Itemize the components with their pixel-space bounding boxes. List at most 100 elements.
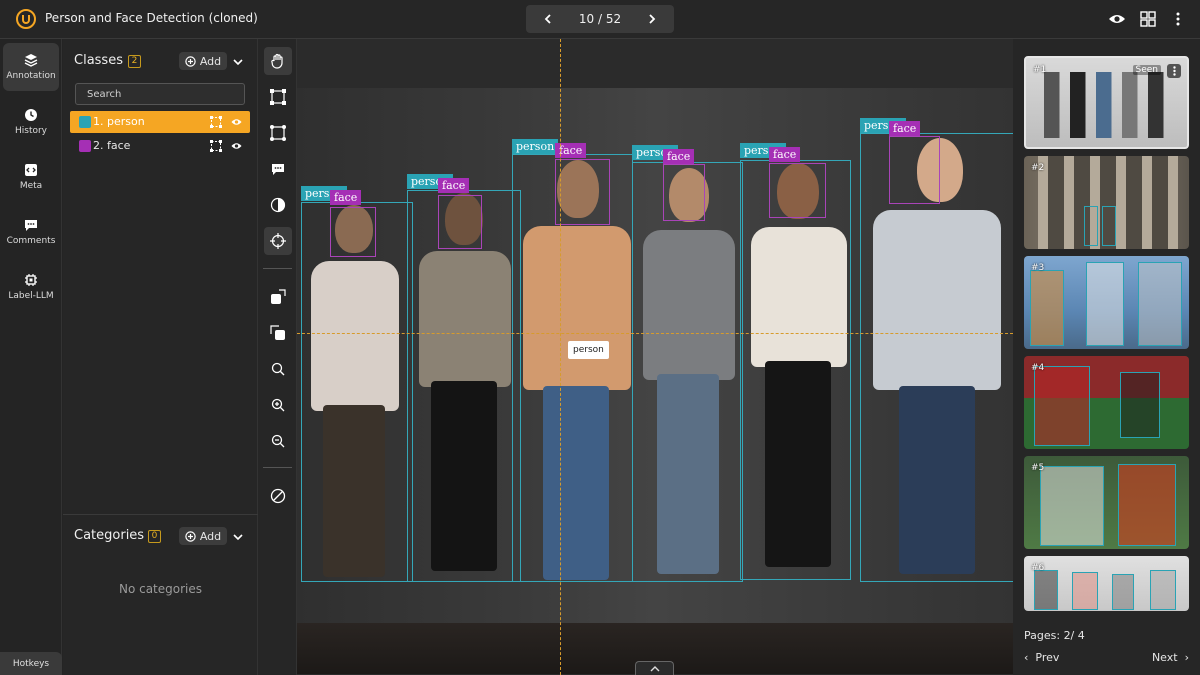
face-label: face: [663, 149, 695, 164]
rail-item-label: Meta: [19, 181, 43, 191]
code-icon: [25, 164, 37, 176]
bounding-box-icon[interactable]: [210, 140, 222, 152]
grid-icon: [1140, 11, 1156, 27]
face-bounding-box[interactable]: [555, 159, 610, 225]
add-class-button[interactable]: Add: [179, 52, 227, 70]
classes-title: Classes: [74, 53, 123, 68]
thumbnail-item[interactable]: #2: [1024, 156, 1189, 249]
thumbnail-box: [1034, 570, 1058, 610]
previous-image-button[interactable]: [534, 5, 562, 33]
thumbnail-box: [1034, 366, 1090, 446]
thumbnail-box: [1086, 262, 1124, 346]
send-backward-icon: [270, 325, 285, 340]
bounding-box-icon[interactable]: [210, 116, 222, 128]
class-item-label: 2. face: [93, 139, 131, 152]
class-search-input[interactable]: [75, 83, 245, 105]
class-item-person[interactable]: 1. person: [70, 111, 250, 133]
add-category-label: Add: [199, 529, 222, 543]
person-bounding-box[interactable]: [301, 202, 413, 582]
thumbnail-box: [1118, 464, 1176, 546]
polygon-icon: [270, 125, 286, 141]
chevron-down-icon[interactable]: [232, 56, 244, 68]
layout-grid-button[interactable]: [1138, 9, 1158, 29]
project-title: Person and Face Detection (cloned): [45, 11, 258, 25]
pan-tool[interactable]: [264, 47, 292, 75]
top-bar: Person and Face Detection (cloned) 10 / …: [0, 0, 1200, 39]
thumbnail-menu-button[interactable]: [1167, 64, 1181, 78]
thumbnail-item[interactable]: #5: [1024, 456, 1189, 549]
send-backward-tool[interactable]: [264, 319, 292, 347]
kebab-menu-icon: [1172, 66, 1176, 76]
comment-tool[interactable]: [264, 155, 292, 183]
person-label: person: [512, 139, 559, 154]
eye-icon[interactable]: [231, 117, 242, 127]
rail-item-history[interactable]: History: [3, 98, 59, 146]
panel-divider: [63, 514, 258, 515]
crosshair-horizontal-line: [297, 333, 1013, 334]
zoom-in-icon: [271, 398, 285, 412]
annotation-canvas[interactable]: person person person person person perso…: [297, 39, 1013, 675]
thumbnail-next-button[interactable]: Next ›: [1152, 651, 1189, 664]
thumbnail-item[interactable]: #3: [1024, 256, 1189, 349]
classes-count-badge: 2: [128, 55, 141, 68]
zoom-out-tool[interactable]: [264, 427, 292, 455]
add-class-label: Add: [199, 54, 222, 68]
chevron-down-icon[interactable]: [232, 531, 244, 543]
thumbnail-item[interactable]: #6: [1024, 556, 1189, 611]
thumbnail-prev-button[interactable]: ‹ Prev: [1024, 651, 1059, 664]
face-label: face: [438, 178, 470, 193]
person-bounding-box[interactable]: [740, 160, 851, 580]
chevron-up-icon: [650, 665, 659, 671]
clock-icon: [25, 109, 37, 121]
rail-item-label-llm[interactable]: Label-LLM: [3, 263, 59, 311]
hand-icon: [271, 53, 283, 69]
hotkeys-button[interactable]: Hotkeys: [0, 652, 62, 675]
polygon-tool[interactable]: [264, 119, 292, 147]
crosshair-tool[interactable]: [264, 227, 292, 255]
expand-bottom-panel-button[interactable]: [635, 661, 674, 675]
thumbnail-box: [1112, 574, 1134, 610]
face-bounding-box[interactable]: [889, 136, 940, 204]
zoom-in-tool[interactable]: [264, 391, 292, 419]
zoom-out-icon: [271, 434, 285, 448]
prohibit-icon: [270, 488, 286, 504]
plus-circle-icon: [185, 530, 196, 542]
thumbnail-box: [1040, 466, 1104, 546]
rail-item-label: Comments: [6, 236, 56, 246]
visibility-toggle-button[interactable]: [1107, 9, 1127, 29]
thumbnail-number: #2: [1031, 163, 1045, 173]
search-tool[interactable]: [264, 355, 292, 383]
person-bounding-box[interactable]: [632, 162, 743, 582]
add-category-button[interactable]: Add: [179, 527, 227, 545]
rail-item-label: History: [14, 126, 48, 136]
face-bounding-box[interactable]: [663, 164, 705, 221]
layers-icon: [24, 54, 38, 67]
rail-item-comments[interactable]: Comments: [3, 208, 59, 256]
thumbnail-box: [1120, 372, 1160, 438]
clear-tool[interactable]: [264, 482, 292, 510]
class-color-swatch: [79, 140, 91, 152]
eye-icon[interactable]: [231, 141, 242, 151]
next-image-button[interactable]: [638, 5, 666, 33]
bring-forward-tool[interactable]: [264, 283, 292, 311]
chip-icon: [25, 274, 37, 286]
annotation-app: Person and Face Detection (cloned) 10 / …: [0, 0, 1200, 675]
thumbnail-box: [1102, 206, 1116, 246]
face-bounding-box[interactable]: [330, 207, 376, 257]
face-bounding-box[interactable]: [769, 163, 826, 218]
left-navigation-rail: Annotation History Meta Comments Label-L…: [0, 39, 62, 675]
rail-item-annotation[interactable]: Annotation: [3, 43, 59, 91]
class-item-label: 1. person: [93, 115, 145, 128]
rail-item-meta[interactable]: Meta: [3, 153, 59, 201]
categories-count-badge: 0: [148, 530, 161, 543]
contrast-tool[interactable]: [264, 191, 292, 219]
logo-icon: [16, 9, 36, 29]
thumbnail-item[interactable]: #1 Seen: [1024, 56, 1189, 149]
more-options-button[interactable]: [1168, 9, 1188, 29]
class-item-face[interactable]: 2. face: [70, 135, 250, 157]
prev-label: Prev: [1035, 651, 1060, 664]
kebab-menu-icon: [1176, 12, 1180, 26]
bounding-box-tool[interactable]: [264, 83, 292, 111]
thumbnail-item[interactable]: #4: [1024, 356, 1189, 449]
face-bounding-box[interactable]: [438, 195, 482, 249]
